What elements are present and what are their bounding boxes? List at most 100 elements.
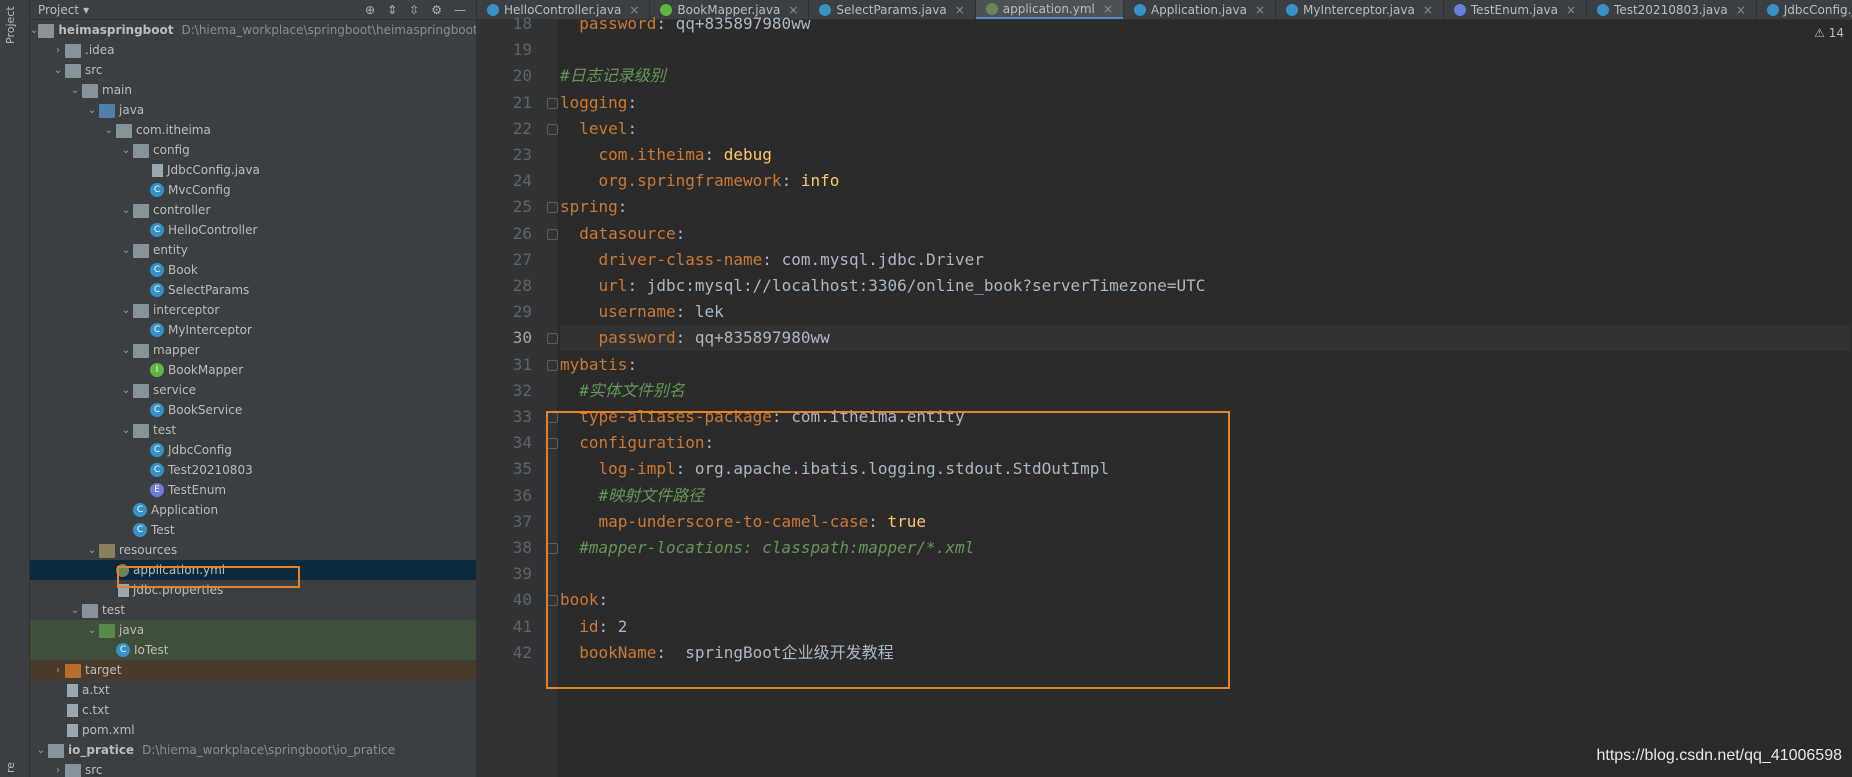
- tree-item[interactable]: C SelectParams: [30, 280, 476, 300]
- expand-all-icon[interactable]: ⇕: [387, 3, 397, 17]
- editor-gutter: 18 19 20 21 22 23 24 25 26 27 28 29 30 31 32 33 34 35 36 37…: [477, 14, 558, 777]
- tree-item[interactable]: ⌄ java: [30, 620, 476, 640]
- line-number: 20: [512, 66, 532, 86]
- tree-item[interactable]: c.txt: [30, 700, 476, 720]
- chevron-right-icon[interactable]: ›: [51, 765, 65, 776]
- collapse-all-icon[interactable]: ⇳: [409, 3, 419, 17]
- chevron-down-icon[interactable]: ⌄: [119, 305, 133, 316]
- fold-marker-icon[interactable]: [547, 202, 558, 214]
- tree-item[interactable]: › target: [30, 660, 476, 680]
- tree-item[interactable]: C JdbcConfig: [30, 440, 476, 460]
- tree-item[interactable]: C BookService: [30, 400, 476, 420]
- folder-icon: [65, 44, 81, 58]
- tree-item[interactable]: E TestEnum: [30, 480, 476, 500]
- locate-icon[interactable]: ⊕: [365, 3, 375, 17]
- chevron-down-icon[interactable]: ⌄: [119, 205, 133, 216]
- structure-tool-tab[interactable]: re: [4, 758, 26, 776]
- code-token: qq+835897980ww: [675, 14, 811, 33]
- chevron-down-icon[interactable]: ⌄: [30, 25, 38, 36]
- tree-item[interactable]: ⌄ entity: [30, 240, 476, 260]
- chevron-down-icon[interactable]: ⌄: [34, 745, 48, 756]
- source-folder-icon: [99, 104, 115, 118]
- hide-icon[interactable]: —: [454, 3, 466, 17]
- chevron-down-icon[interactable]: ⌄: [119, 245, 133, 256]
- class-icon: C: [116, 643, 130, 657]
- tree-item[interactable]: ⌄ java: [30, 100, 476, 120]
- gear-icon[interactable]: ⚙: [431, 3, 442, 17]
- chevron-down-icon[interactable]: ⌄: [102, 125, 116, 136]
- chevron-down-icon[interactable]: ⌄: [85, 545, 99, 556]
- fold-marker-icon[interactable]: [547, 543, 558, 554]
- left-tool-stripe: Project re: [0, 0, 30, 777]
- tree-item[interactable]: C MvcConfig: [30, 180, 476, 200]
- tree-item[interactable]: ⌄ controller: [30, 200, 476, 220]
- project-view-title[interactable]: Project: [38, 3, 79, 17]
- line-number: 21: [512, 92, 532, 112]
- chevron-down-icon[interactable]: ⌄: [68, 605, 82, 616]
- test-folder-icon: [99, 624, 115, 638]
- tree-item[interactable]: JdbcConfig.java: [30, 160, 476, 180]
- tree-item[interactable]: ⌄ mapper: [30, 340, 476, 360]
- tree-item-label: java: [119, 623, 145, 637]
- tree-item[interactable]: C Book: [30, 260, 476, 280]
- tree-item[interactable]: C Test20210803: [30, 460, 476, 480]
- fold-marker-icon[interactable]: [547, 438, 558, 450]
- tree-item[interactable]: › .idea: [30, 40, 476, 60]
- chevron-down-icon[interactable]: ⌄: [119, 425, 133, 436]
- class-icon: C: [150, 223, 164, 237]
- chevron-down-icon[interactable]: ▾: [83, 3, 89, 17]
- line-number: 26: [512, 223, 532, 243]
- chevron-down-icon[interactable]: ⌄: [85, 105, 99, 116]
- chevron-down-icon[interactable]: ⌄: [51, 65, 65, 76]
- tree-item-label: SelectParams: [168, 283, 250, 297]
- tree-item[interactable]: application.yml: [30, 560, 476, 580]
- project-tool-tab[interactable]: Project: [4, 2, 26, 48]
- chevron-down-icon[interactable]: ⌄: [119, 145, 133, 156]
- tree-item[interactable]: ⌄ heimaspringboot D:\hiema_workplace\sprin…: [30, 20, 476, 40]
- code-token: :: [704, 145, 724, 164]
- tree-item[interactable]: C Application: [30, 500, 476, 520]
- fold-marker-icon[interactable]: [547, 123, 558, 135]
- tree-item[interactable]: C Test: [30, 520, 476, 540]
- code-line: #映射文件路径: [560, 483, 1850, 509]
- warnings-indicator[interactable]: ⚠ 14: [1814, 26, 1844, 40]
- fold-marker-icon[interactable]: [547, 412, 558, 423]
- tree-item[interactable]: C IoTest: [30, 640, 476, 660]
- code-token: :: [617, 197, 628, 217]
- tree-item[interactable]: ⌄ config: [30, 140, 476, 160]
- package-icon: [133, 424, 149, 438]
- fold-marker-icon[interactable]: [547, 595, 558, 607]
- tree-item-label: .idea: [85, 43, 115, 57]
- tree-item[interactable]: a.txt: [30, 680, 476, 700]
- tree-item[interactable]: ⌄ io_pratice D:\hiema_workplace\springboot…: [30, 740, 476, 760]
- tree-item[interactable]: I BookMapper: [30, 360, 476, 380]
- line-number: 27: [512, 249, 532, 269]
- tree-item[interactable]: ⌄ interceptor: [30, 300, 476, 320]
- tree-item[interactable]: ⌄ src: [30, 60, 476, 80]
- chevron-down-icon[interactable]: ⌄: [119, 345, 133, 356]
- chevron-down-icon[interactable]: ⌄: [85, 625, 99, 636]
- tree-item[interactable]: C MyInterceptor: [30, 320, 476, 340]
- tree-item[interactable]: ⌄ service: [30, 380, 476, 400]
- folder-icon: [82, 604, 98, 618]
- tree-item[interactable]: ⌄ resources: [30, 540, 476, 560]
- chevron-down-icon[interactable]: ⌄: [119, 385, 133, 396]
- tree-item[interactable]: ⌄ main: [30, 80, 476, 100]
- tree-item[interactable]: pom.xml: [30, 720, 476, 740]
- tree-item[interactable]: ⌄ test: [30, 600, 476, 620]
- tree-item[interactable]: jdbc.properties: [30, 580, 476, 600]
- tree-item[interactable]: › src: [30, 760, 476, 777]
- chevron-right-icon[interactable]: ›: [51, 45, 65, 56]
- code-token: book: [560, 590, 599, 610]
- fold-marker-icon[interactable]: [547, 97, 558, 109]
- fold-marker-icon[interactable]: [547, 359, 558, 371]
- fold-marker-icon[interactable]: [547, 228, 558, 240]
- chevron-down-icon[interactable]: ⌄: [68, 85, 82, 96]
- tree-item-label: heimaspringboot: [58, 23, 174, 37]
- tree-item[interactable]: ⌄ test: [30, 420, 476, 440]
- fold-marker-icon[interactable]: [547, 333, 558, 345]
- tree-item[interactable]: C HelloController: [30, 220, 476, 240]
- chevron-right-icon[interactable]: ›: [51, 665, 65, 676]
- tree-item[interactable]: ⌄ com.itheima: [30, 120, 476, 140]
- line-number: 36: [512, 485, 532, 505]
